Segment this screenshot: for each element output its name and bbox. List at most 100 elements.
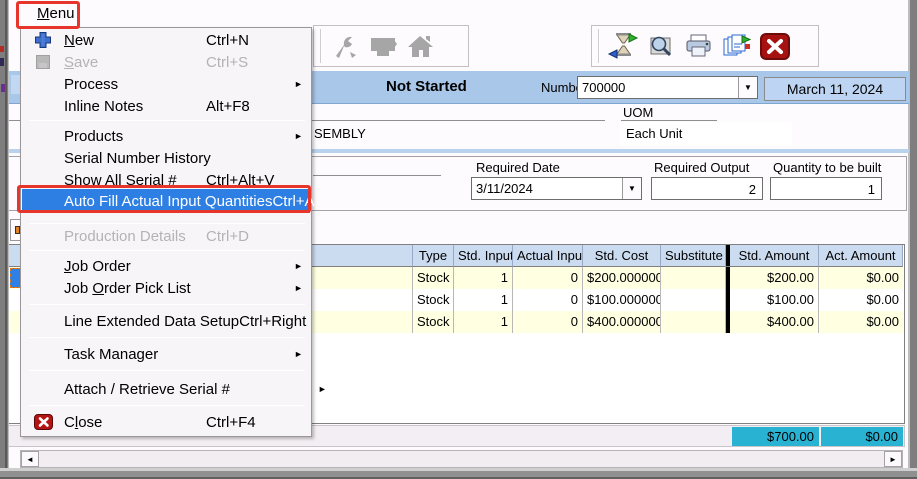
history-hourglass-button[interactable] [604,27,642,65]
required-date-dropdown-button[interactable]: ▼ [622,178,641,199]
submenu-arrow-icon: ► [294,261,310,271]
desktop-speck [1,84,5,92]
total-std-amount: $700.00 [732,427,819,446]
scroll-left-icon: ◄ [26,455,34,464]
toolbar-separator [320,29,322,63]
menu-separator [29,120,305,121]
submenu-arrow-icon: ► [294,79,310,89]
scroll-right-button[interactable]: ► [884,451,902,467]
menu-item-products[interactable]: Products ► [22,125,310,147]
cell-type: Stock [413,311,454,333]
menu-separator [29,304,305,305]
date-display: March 11, 2024 [764,77,906,101]
submenu-arrow-icon: ► [294,131,310,141]
menu-separator [29,405,305,406]
menubar: Menu [9,0,908,24]
print-icon [684,32,714,60]
required-output-label: Required Output [654,160,749,175]
submenu-arrow-icon: ► [294,283,310,293]
menu-item-job-order-pick-list[interactable]: Job Order Pick List ► [22,277,310,299]
uom-label: UOM [623,105,653,120]
menu-item-save[interactable]: Save Ctrl+S [22,51,310,73]
tool-icon-button[interactable] [326,27,364,65]
menu-separator [29,337,305,338]
menu-item-task-manager[interactable]: Task Manager ► [22,343,310,365]
cell-std-cost: $400.000000 [583,311,661,333]
col-header-substitute[interactable]: Substitute [661,245,726,267]
menu-separator [29,223,305,224]
menu-item-line-extended-data-setup[interactable]: Line Extended Data Setup Ctrl+Right [22,310,310,332]
cell-std-amount: $200.00 [730,267,819,289]
col-header-std-input[interactable]: Std. Input [454,245,513,267]
close-window-icon [760,33,790,60]
hidden-field-underline [313,175,441,176]
new-plus-icon [22,32,64,48]
scroll-left-button[interactable]: ◄ [21,451,39,467]
cell-std-input: 1 [454,267,513,289]
copy-documents-button[interactable] [718,27,756,65]
cell-substitute [661,311,726,333]
menu-item-attach-retrieve-serial[interactable]: Attach / Retrieve Serial # ► [22,378,310,400]
submenu-arrow-icon: ► [318,384,334,394]
cell-act-amount: $0.00 [819,311,903,333]
shortcut-label: Ctrl+N [206,32,294,49]
menu-item-close[interactable]: Close Ctrl+F4 [22,410,310,434]
window-left-border-line [5,0,7,479]
menu-item-serial-number-history[interactable]: Serial Number History [22,147,310,169]
annotation-box-auto-fill [17,185,311,213]
print-button[interactable] [680,27,718,65]
required-date-combo[interactable]: 3/11/2024 ▼ [471,177,642,200]
history-hourglass-icon [607,31,639,61]
shortcut-label: Ctrl+F4 [206,414,294,431]
required-output-input[interactable]: 2 [651,177,763,200]
menu-item-process[interactable]: Process ► [22,73,310,95]
preview-icon [646,32,676,60]
cell-act-amount: $0.00 [819,289,903,311]
home-icon-button[interactable] [402,27,440,65]
horizontal-scrollbar[interactable]: ◄ ► [20,450,903,468]
menu-item-production-details[interactable]: Production Details Ctrl+D [22,225,310,247]
application-window: Menu [0,0,917,479]
col-header-actual-input[interactable]: Actual Input [513,245,583,267]
cell-actual-input: 0 [513,311,583,333]
cell-actual-input: 0 [513,289,583,311]
cell-actual-input: 0 [513,267,583,289]
col-header-act-amount[interactable]: Act. Amount [819,245,903,267]
quantity-to-build-input[interactable]: 1 [770,177,882,200]
toolbar-group-left [313,25,469,67]
close-icon [22,414,64,430]
uom-value: Each Unit [620,122,792,146]
col-header-type[interactable]: Type [413,245,454,267]
device-icon [368,32,398,60]
cell-type: Stock [413,267,454,289]
toolbar-separator [598,29,600,63]
desktop-speck [0,46,4,52]
product-description-partial: SEMBLY [314,126,366,141]
status-bar-fragment [11,75,20,94]
close-window-button[interactable] [756,27,794,65]
col-header-std-cost[interactable]: Std. Cost [583,245,661,267]
quantity-to-build-label: Quantity to be built [773,160,881,175]
menu-separator [29,370,305,371]
menu-separator [29,250,305,251]
submenu-arrow-icon: ► [294,349,310,359]
cell-act-amount: $0.00 [819,267,903,289]
device-icon-button[interactable] [364,27,402,65]
cell-std-amount: $400.00 [730,311,819,333]
menu-dropdown: New Ctrl+N Save Ctrl+S Process ► Inline … [20,27,312,437]
number-combo[interactable]: 700000 ▼ [577,76,758,99]
menu-item-inline-notes[interactable]: Inline Notes Alt+F8 [22,95,310,117]
cell-std-amount: $100.00 [730,289,819,311]
shortcut-label: Ctrl+S [206,54,294,71]
col-header-std-amount[interactable]: Std. Amount [730,245,819,267]
preview-button[interactable] [642,27,680,65]
uom-underline [621,120,717,121]
shortcut-label: Alt+F8 [206,98,294,115]
cell-substitute [661,267,726,289]
number-value: 700000 [578,77,738,98]
menu-item-job-order[interactable]: Job Order ► [22,255,310,277]
cell-std-input: 1 [454,311,513,333]
shortcut-label: Ctrl+D [206,228,294,245]
menu-item-new[interactable]: New Ctrl+N [22,29,310,51]
number-dropdown-button[interactable]: ▼ [738,77,757,98]
